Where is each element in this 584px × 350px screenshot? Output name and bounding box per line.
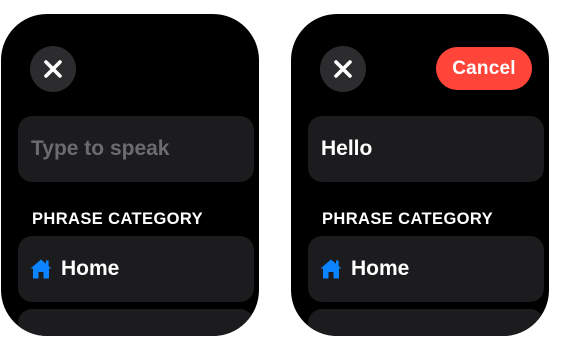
house-icon <box>319 257 343 281</box>
watch-screen-filled: Cancel Hello PHRASE CATEGORY Home <box>291 14 549 336</box>
house-icon <box>29 257 53 281</box>
xmark-icon <box>334 60 352 78</box>
phrase-category-heading: PHRASE CATEGORY <box>322 210 494 228</box>
list-item-partial[interactable] <box>308 309 544 336</box>
speak-text-field[interactable]: Hello <box>308 116 544 182</box>
category-row-home[interactable]: Home <box>308 236 544 302</box>
cancel-button[interactable]: Cancel <box>436 47 532 90</box>
canvas: Type to speak PHRASE CATEGORY Home Cance… <box>0 0 584 350</box>
watch-screen-empty: Type to speak PHRASE CATEGORY Home <box>1 14 259 336</box>
category-label: Home <box>61 257 120 280</box>
xmark-icon <box>44 60 62 78</box>
close-button[interactable] <box>320 46 366 92</box>
close-button[interactable] <box>30 46 76 92</box>
category-row-home[interactable]: Home <box>18 236 254 302</box>
category-label: Home <box>351 257 410 280</box>
speak-text-field[interactable]: Type to speak <box>18 116 254 182</box>
phrase-category-heading: PHRASE CATEGORY <box>32 210 204 228</box>
list-item-partial[interactable] <box>18 309 254 336</box>
